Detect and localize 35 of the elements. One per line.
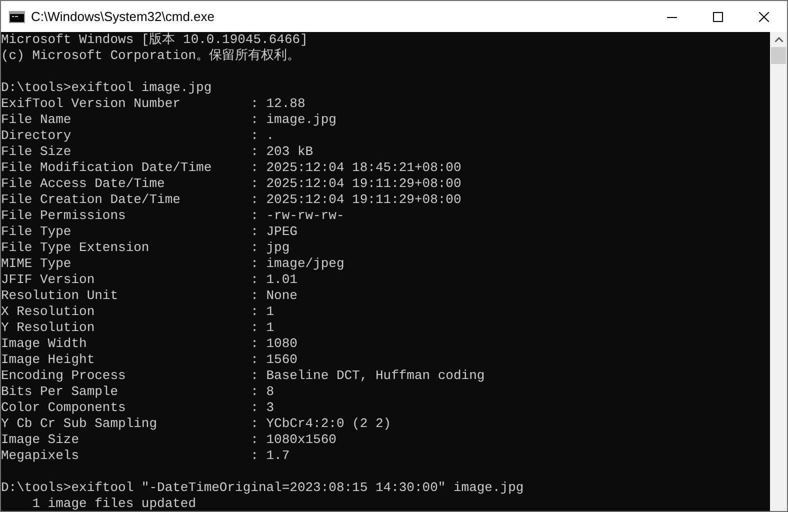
- console-line: File Type : JPEG: [1, 224, 298, 240]
- console-line: Image Size : 1080x1560: [1, 432, 336, 448]
- console-line: ExifTool Version Number : 12.88: [1, 96, 306, 112]
- console-line: Encoding Process : Baseline DCT, Huffman coding: [1, 368, 485, 384]
- console-line: Y Resolution : 1: [1, 320, 274, 336]
- console-line: Color Components : 3: [1, 400, 274, 416]
- scroll-up-icon[interactable]: [774, 37, 782, 42]
- console-line: File Type Extension : jpg: [1, 240, 290, 256]
- console-line: Image Height : 1560: [1, 352, 298, 368]
- console-line: 1 image files updated: [31, 496, 196, 511]
- console-line: (c) Microsoft Corporation。保留所有权利。: [1, 48, 300, 64]
- console-line: File Modification Date/Time : 2025:12:04 18:45:21+08:00: [1, 160, 462, 176]
- console-line: D:\tools>exiftool image.jpg: [1, 80, 212, 96]
- console-line: File Access Date/Time : 2025:12:04 19:11:29+08:00: [1, 176, 462, 192]
- scrollbar-thumb[interactable]: [771, 47, 786, 64]
- console-line: Image Width : 1080: [1, 336, 298, 352]
- console-line: Microsoft Windows [版本 10.0.19045.6466]: [1, 32, 308, 48]
- console-line: MIME Type : image/jpeg: [1, 256, 344, 272]
- console-line: Directory : .: [1, 128, 274, 144]
- console-line: File Name : image.jpg: [1, 112, 336, 128]
- maximize-icon: [713, 12, 723, 22]
- console-line: Bits Per Sample : 8: [1, 384, 274, 400]
- console-line: File Permissions : -rw-rw-rw-: [1, 208, 344, 224]
- scrollbar[interactable]: [770, 32, 787, 511]
- console-line: JFIF Version : 1.01: [1, 272, 298, 288]
- window-title: C:\Windows\System32\cmd.exe: [31, 8, 215, 26]
- console-line: Y Cb Cr Sub Sampling : YCbCr4:2:0 (2 2): [1, 416, 392, 432]
- console-line: File Creation Date/Time : 2025:12:04 19:11:29+08:00: [1, 192, 462, 208]
- close-icon: [759, 12, 769, 22]
- console-app-icon: [9, 10, 25, 22]
- console-line: D:\tools>exiftool "-DateTimeOriginal=2023:08:15 14:30:00" image.jpg: [1, 480, 524, 496]
- console-line: Megapixels : 1.7: [1, 448, 290, 464]
- console-line: Resolution Unit : None: [1, 288, 298, 304]
- console-line: X Resolution : 1: [1, 304, 274, 320]
- console-line: File Size : 203 kB: [1, 144, 314, 160]
